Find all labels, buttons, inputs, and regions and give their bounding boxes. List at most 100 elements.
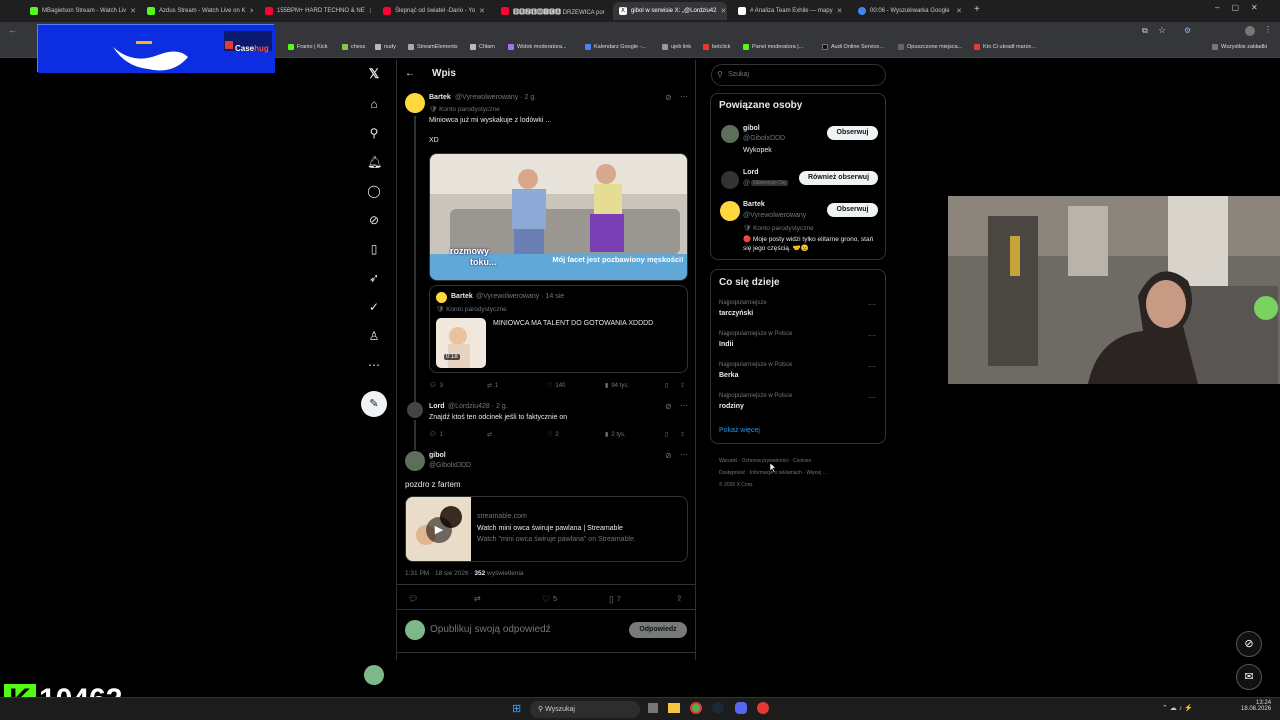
tray-icons[interactable]: ⌃ ☁ ♪ ⚡ xyxy=(1162,704,1193,712)
search-icon[interactable]: ⚲ xyxy=(367,126,381,140)
bookmark-item[interactable]: Kalendarz Google -... xyxy=(585,44,646,50)
author-handle[interactable]: @Lordziu428 · 2 g. xyxy=(448,403,508,410)
tab-google[interactable]: 00:06 - Wyszukiwarka Google ✕ xyxy=(852,2,968,20)
profile-avatar[interactable] xyxy=(1245,26,1255,36)
tab-dario[interactable]: Ślepnąć od świateł -Dario - Yo ✕ xyxy=(377,2,489,20)
menu-icon[interactable]: ⋮ xyxy=(1264,25,1272,34)
bookmark-icon[interactable]: ▯ xyxy=(665,431,668,438)
bookmark-item[interactable]: Franio | Kick xyxy=(288,44,327,50)
close-icon[interactable]: ✕ xyxy=(837,7,843,15)
bookmark-item[interactable]: nudy xyxy=(375,44,396,50)
views-action[interactable]: ▮ 2 tys. xyxy=(605,431,626,439)
tab-analiza[interactable]: # Analiza Team Exhile — mapy ✕ xyxy=(732,2,848,20)
avatar[interactable] xyxy=(407,402,423,418)
bookmark-item[interactable]: chess xyxy=(342,44,365,50)
bookmark-item[interactable]: Panel moderatora |... xyxy=(743,44,803,50)
more-options-icon[interactable]: ⋯ xyxy=(680,92,688,101)
bookmark-star-icon[interactable]: ☆ xyxy=(1158,25,1166,36)
verified-icon[interactable]: ✓ xyxy=(367,300,381,314)
grok-icon[interactable]: ⊘ xyxy=(665,451,672,460)
bookmarks-icon[interactable]: ▯ xyxy=(367,242,381,256)
repost-action[interactable]: ⇄ xyxy=(487,431,495,438)
trend-item[interactable]: Najpopularniejsze w Polsce Indii ⋯ xyxy=(711,327,885,358)
like-action[interactable]: ♡ 2 xyxy=(547,431,559,439)
bookmark-item[interactable]: Opuszczone miejsca... xyxy=(898,44,962,50)
repost-action[interactable]: ⇄ 1 xyxy=(487,382,498,390)
close-icon[interactable]: ✕ xyxy=(479,7,485,15)
more-options-icon[interactable]: ⋯ xyxy=(868,362,876,371)
bookmark-item[interactable]: Kto Ci ukradł marze... xyxy=(974,44,1036,50)
window-controls[interactable]: –▢✕ xyxy=(1215,3,1270,12)
show-more-link[interactable]: Pokaż więcej xyxy=(719,427,760,434)
avatar[interactable] xyxy=(405,451,425,471)
like-action[interactable]: ♡ 5 xyxy=(542,594,557,605)
tab-drzewica[interactable]: 🅳🆁🆉🅴🆆🅸🅲🅰 DRZEWICA por✕ xyxy=(495,2,607,20)
avatar[interactable] xyxy=(721,125,739,143)
bookmark-item[interactable]: ujeb link xyxy=(662,44,691,50)
search-input[interactable]: ⚲ Szukaj xyxy=(711,64,886,86)
footer-link[interactable]: Więcej ... xyxy=(806,470,827,476)
reply-action[interactable]: 💬︎ 1 xyxy=(429,431,443,439)
close-icon[interactable]: ✕ xyxy=(369,7,371,15)
avatar[interactable] xyxy=(720,201,740,221)
messages-floating-button[interactable]: ✉ xyxy=(1236,664,1262,690)
more-options-icon[interactable]: ⋯ xyxy=(868,300,876,309)
bookmark-action[interactable]: ▯ 7 xyxy=(609,594,621,605)
start-icon[interactable]: ⊞ xyxy=(512,703,524,715)
author-handle[interactable]: @GibolxDDD xyxy=(429,462,471,469)
avatar[interactable] xyxy=(721,171,739,189)
taskbar-search[interactable]: ⚲ Wyszukaj xyxy=(530,701,640,718)
footer-link[interactable]: Ochrona prywatności xyxy=(742,458,789,464)
more-options-icon[interactable]: ⋯ xyxy=(680,450,688,459)
grok-icon[interactable]: ⊘ xyxy=(665,93,672,102)
link-card[interactable]: ▶ streamable.com Watch mini owca świruje… xyxy=(405,496,688,562)
tab-mbagietson[interactable]: MBagietson Stream - Watch Liv ✕ xyxy=(24,2,136,20)
x-logo-icon[interactable]: 𝕏 xyxy=(367,67,381,81)
footer-link[interactable]: Dostępność xyxy=(719,470,745,476)
more-icon[interactable]: ⋯ xyxy=(367,358,381,372)
close-icon[interactable]: ✕ xyxy=(956,7,962,15)
follow-button[interactable]: Obserwuj xyxy=(827,126,878,140)
share-icon[interactable]: ⇪ xyxy=(680,431,685,438)
person-name[interactable]: Lord xyxy=(743,169,759,176)
bookmark-item[interactable]: Audi Online Service... xyxy=(822,44,884,50)
share-icon[interactable]: ⇪ xyxy=(680,382,685,389)
repost-icon[interactable]: ⇄ xyxy=(474,594,481,603)
grok-floating-button[interactable]: ⊘ xyxy=(1236,631,1262,657)
quote-video-thumbnail[interactable]: 0:18 xyxy=(436,318,486,368)
more-options-icon[interactable]: ⋯ xyxy=(868,331,876,340)
grok-icon[interactable]: ⊘ xyxy=(367,213,381,227)
person-name[interactable]: Bartek xyxy=(743,201,765,208)
discord-icon[interactable] xyxy=(735,702,747,714)
grok-icon[interactable]: ⊘ xyxy=(665,402,672,411)
bookmark-item[interactable]: StreamElements xyxy=(408,44,458,50)
app-icon[interactable] xyxy=(757,702,769,714)
post-image[interactable]: rozmowy toku... Mój facet jest pozbawion… xyxy=(429,153,688,281)
author-name[interactable]: gibol xyxy=(429,452,446,459)
reply-submit-button[interactable]: Odpowiedz xyxy=(629,622,687,638)
bookmark-item[interactable]: betclick xyxy=(703,44,730,50)
reply-action[interactable]: 💬︎ 3 xyxy=(429,382,443,390)
follow-back-button[interactable]: Również obserwuj xyxy=(799,171,878,185)
bookmark-item[interactable]: Widok moderatora... xyxy=(508,44,567,50)
tab-hard-techno[interactable]: 155BPM+ HARD TECHNO & NE✕ xyxy=(259,2,371,20)
footer-link[interactable]: Cookies xyxy=(793,458,811,464)
back-arrow-icon[interactable]: ← xyxy=(405,68,415,79)
messages-icon[interactable]: ◯ xyxy=(367,184,381,198)
file-explorer-icon[interactable] xyxy=(668,703,680,713)
all-bookmarks[interactable]: Wszystkie zakładki xyxy=(1212,44,1267,50)
follow-button[interactable]: Obserwuj xyxy=(827,203,878,217)
extensions-icon[interactable]: ⧉ xyxy=(1142,26,1148,36)
close-icon[interactable]: ✕ xyxy=(720,7,726,15)
tab-azdus[interactable]: Azdus Stream - Watch Live on K ✕ xyxy=(141,2,253,20)
bell-icon[interactable]: 🔔︎ xyxy=(367,155,382,169)
reply-input[interactable]: Opublikuj swoją odpowiedź xyxy=(430,624,551,635)
author-name[interactable]: Lord xyxy=(429,403,445,410)
trend-item[interactable]: Najpopularniejsze w Polsce Berka ⋯ xyxy=(711,358,885,389)
compose-post-button[interactable]: ✎ xyxy=(361,391,387,417)
avatar[interactable] xyxy=(405,93,425,113)
views-action[interactable]: ▮ 94 tys. xyxy=(605,382,629,390)
person-name[interactable]: gibol xyxy=(743,125,760,132)
user-avatar[interactable] xyxy=(364,665,384,685)
author-name[interactable]: Bartek xyxy=(429,94,451,101)
